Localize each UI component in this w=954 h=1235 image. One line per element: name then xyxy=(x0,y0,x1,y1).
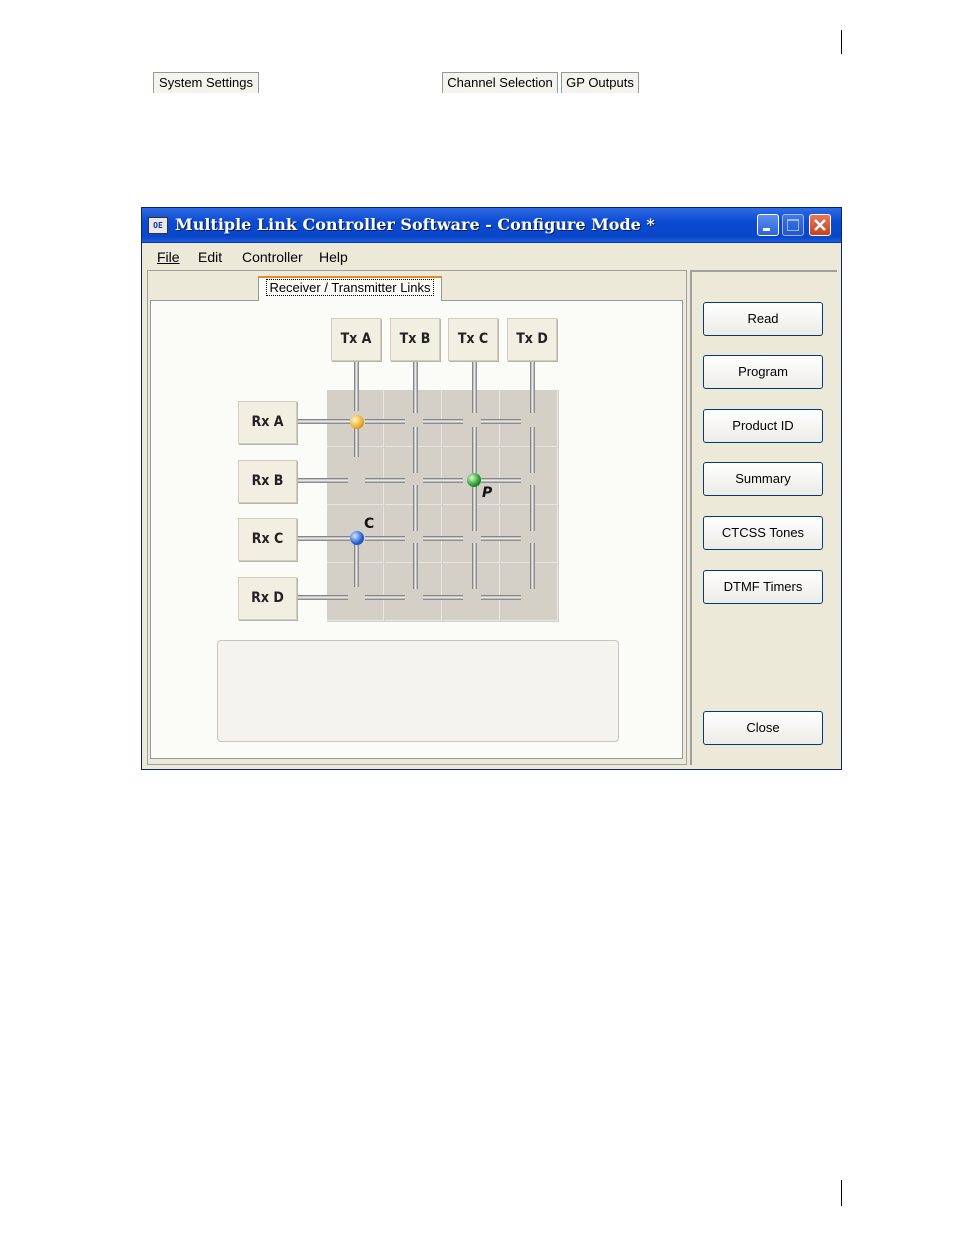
link-node-rx-b-tx-c[interactable] xyxy=(467,473,481,487)
maximize-button[interactable] xyxy=(782,214,804,236)
tx-a-header: Tx A xyxy=(331,318,381,361)
rx-b-rod xyxy=(423,478,463,483)
close-window-button[interactable] xyxy=(809,214,831,236)
close-button[interactable]: Close xyxy=(703,711,823,745)
tx-b-header: Tx B xyxy=(390,318,440,361)
rx-a-rod xyxy=(423,419,463,424)
rx-c-header: Rx C xyxy=(238,518,297,561)
rx-b-rod xyxy=(481,478,521,483)
minimize-button[interactable] xyxy=(757,214,779,236)
rx-a-rod xyxy=(481,419,521,424)
rx-b-rod xyxy=(365,478,405,483)
tx-c-rod xyxy=(472,485,477,531)
link-node-rx-a-tx-a[interactable] xyxy=(350,415,364,429)
rx-a-rod xyxy=(365,419,405,424)
close-button-label: Close xyxy=(746,720,780,735)
app-logo-icon: OE xyxy=(148,217,168,234)
page-margin-mark-bottom xyxy=(841,1180,842,1206)
rx-a-rod xyxy=(298,419,350,424)
program-button-label: Program xyxy=(738,364,788,379)
tx-c-rod xyxy=(472,361,477,413)
menu-help[interactable]: Help xyxy=(319,249,348,265)
window-title: Multiple Link Controller Software - Conf… xyxy=(175,215,655,234)
close-icon xyxy=(814,219,826,231)
tx-d-rod xyxy=(530,427,535,473)
rx-d-rod xyxy=(481,595,521,600)
rx-d-rod xyxy=(423,595,463,600)
tab-label: Channel Selection xyxy=(447,75,553,90)
rx-b-header: Rx B xyxy=(238,460,297,503)
read-button[interactable]: Read xyxy=(703,302,823,336)
dtmf-timers-button-label: DTMF Timers xyxy=(723,579,803,594)
rx-c-rod xyxy=(298,536,350,541)
tx-c-header: Tx C xyxy=(448,318,498,361)
ctcss-tones-button-label: CTCSS Tones xyxy=(721,525,805,540)
tx-d-header: Tx D xyxy=(507,318,557,361)
tx-b-rod xyxy=(413,543,418,589)
tab-label: Receiver / Transmitter Links xyxy=(266,279,434,296)
tx-b-rod xyxy=(413,361,418,413)
tx-b-rod xyxy=(413,427,418,473)
page-margin-mark-top xyxy=(841,30,842,54)
tab-receiver-transmitter-links[interactable]: Receiver / Transmitter Links xyxy=(258,276,442,301)
link-label-p: P xyxy=(482,485,493,501)
rx-b-rod xyxy=(298,478,348,483)
product-id-button[interactable]: Product ID xyxy=(703,409,823,443)
summary-button-label: Summary xyxy=(735,471,791,486)
title-bar[interactable]: OE Multiple Link Controller Software - C… xyxy=(142,208,841,243)
menu-bar: File Edit Controller Help xyxy=(142,243,841,271)
tx-c-rod xyxy=(472,543,477,589)
tab-label: System Settings xyxy=(159,75,253,90)
status-message-area xyxy=(217,640,619,742)
tab-channel-selection[interactable]: Channel Selection xyxy=(442,72,558,93)
maximize-icon xyxy=(787,219,799,231)
tab-system-settings[interactable]: System Settings xyxy=(153,72,259,93)
tx-d-rod xyxy=(530,361,535,413)
menu-controller[interactable]: Controller xyxy=(242,249,303,265)
tx-c-rod xyxy=(472,427,477,473)
tab-label: GP Outputs xyxy=(566,75,634,90)
rx-d-header: Rx D xyxy=(238,577,297,620)
read-button-label: Read xyxy=(747,311,779,326)
summary-button[interactable]: Summary xyxy=(703,462,823,496)
rx-a-header: Rx A xyxy=(238,401,297,444)
minimize-icon xyxy=(763,228,770,231)
product-id-button-label: Product ID xyxy=(732,418,794,433)
program-button[interactable]: Program xyxy=(703,355,823,389)
menu-edit[interactable]: Edit xyxy=(198,249,222,265)
tx-a-rod xyxy=(354,427,359,457)
dtmf-timers-button[interactable]: DTMF Timers xyxy=(703,570,823,604)
link-label-c: C xyxy=(364,516,375,532)
rx-c-rod xyxy=(481,536,521,541)
rx-c-rod xyxy=(423,536,463,541)
rx-c-rod xyxy=(365,536,405,541)
ctcss-tones-button[interactable]: CTCSS Tones xyxy=(703,516,823,550)
tx-a-rod xyxy=(354,541,359,587)
rx-d-rod xyxy=(365,595,405,600)
rx-d-rod xyxy=(298,595,348,600)
tab-gp-outputs[interactable]: GP Outputs xyxy=(561,72,639,93)
tx-a-rod xyxy=(354,361,359,411)
link-node-rx-c-tx-a[interactable] xyxy=(350,531,364,545)
tx-b-rod xyxy=(413,485,418,531)
menu-file[interactable]: File xyxy=(157,249,180,265)
tx-d-rod xyxy=(530,485,535,531)
tx-d-rod xyxy=(530,543,535,589)
